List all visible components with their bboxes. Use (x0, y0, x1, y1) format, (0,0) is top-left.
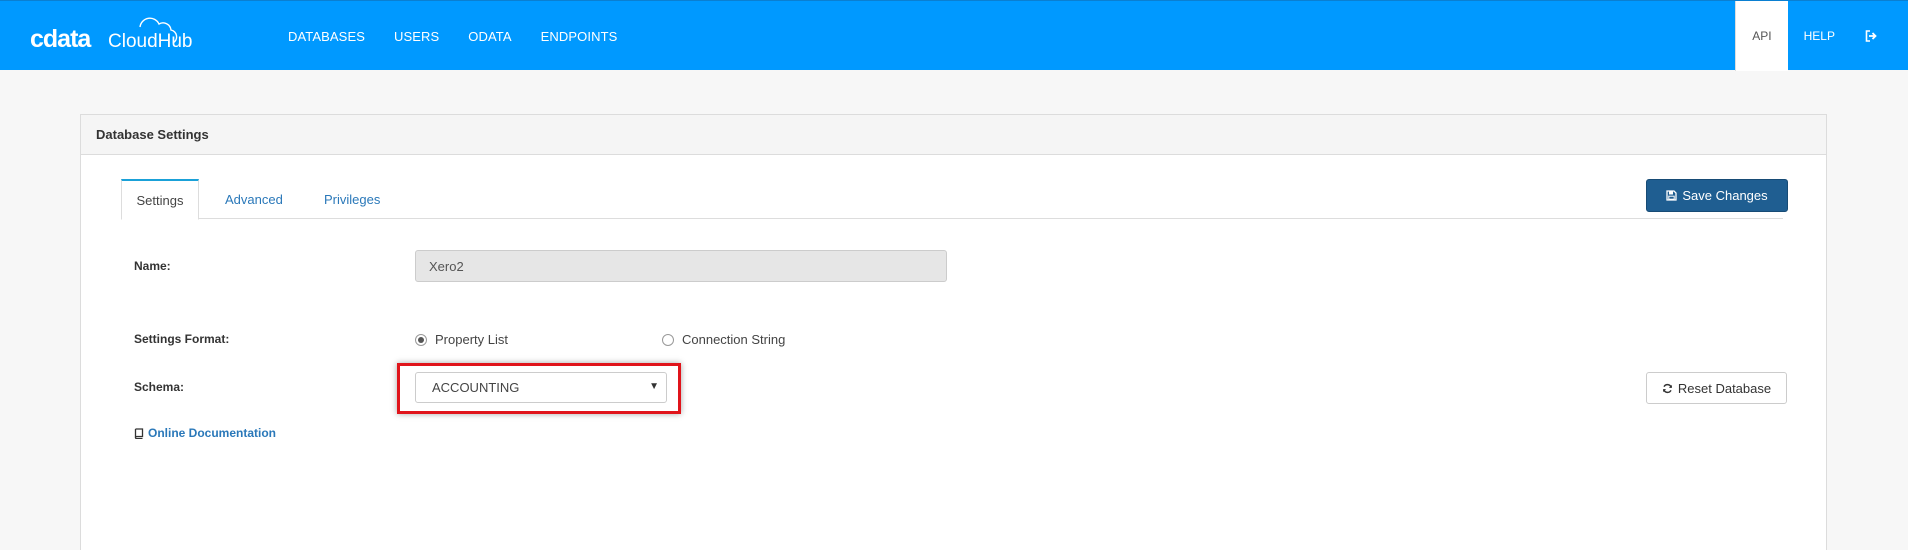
sign-out-glyph (1865, 30, 1877, 42)
name-field[interactable]: Xero2 (415, 250, 947, 282)
radio-connection-string[interactable]: Connection String (662, 332, 785, 347)
radio-property-list[interactable]: Property List (415, 332, 508, 347)
cdata-cloudhub-logo[interactable]: cdata CloudHub (30, 13, 205, 59)
nav-odata[interactable]: ODATA (468, 29, 511, 44)
tab-privileges[interactable]: Privileges (308, 179, 396, 220)
schema-label: Schema: (134, 380, 185, 394)
save-icon (1666, 190, 1678, 201)
panel-title: Database Settings (81, 115, 1826, 155)
radio-connection-string-control[interactable] (662, 333, 674, 346)
schema-select-value: ACCOUNTING (432, 380, 520, 395)
save-changes-label: Save Changes (1682, 188, 1768, 203)
nav-right: API HELP (1735, 1, 1908, 71)
reset-database-button[interactable]: Reset Database (1646, 372, 1787, 404)
nav-databases[interactable]: DATABASES (288, 29, 365, 44)
book-icon (134, 427, 144, 439)
tab-advanced[interactable]: Advanced (209, 179, 299, 220)
reset-database-label: Reset Database (1677, 380, 1772, 396)
chevron-down-icon: ▼ (649, 381, 659, 392)
tab-settings[interactable]: Settings (121, 179, 199, 220)
online-documentation-label: Online Documentation (148, 426, 277, 440)
radio-property-list-control[interactable] (415, 333, 427, 346)
nav-api[interactable]: API (1735, 1, 1788, 71)
nav-help[interactable]: HELP (1788, 1, 1851, 71)
refresh-icon (1662, 383, 1672, 393)
settings-format-label: Settings Format: (134, 332, 230, 346)
schema-select[interactable]: ACCOUNTING ▼ (415, 372, 667, 403)
save-changes-button[interactable]: Save Changes (1646, 179, 1788, 212)
logo-subtext: CloudHub (108, 31, 193, 52)
main-nav: DATABASES USERS ODATA ENDPOINTS (288, 1, 646, 71)
radio-connection-string-label: Connection String (682, 332, 786, 347)
nav-users[interactable]: USERS (394, 29, 439, 44)
sign-out-icon[interactable] (1851, 1, 1908, 71)
radio-property-list-label: Property List (435, 332, 508, 347)
database-settings-panel: Database Settings Settings Advanced Priv… (80, 114, 1827, 550)
nav-endpoints[interactable]: ENDPOINTS (541, 29, 618, 44)
logo-text: cdata (30, 25, 92, 53)
settings-tabs: Settings Advanced Privileges (121, 179, 1783, 220)
name-label: Name: (134, 259, 171, 273)
top-navbar: cdata CloudHub DATABASES USERS ODATA END… (0, 0, 1908, 71)
online-documentation-link[interactable]: Online Documentation (134, 426, 276, 440)
